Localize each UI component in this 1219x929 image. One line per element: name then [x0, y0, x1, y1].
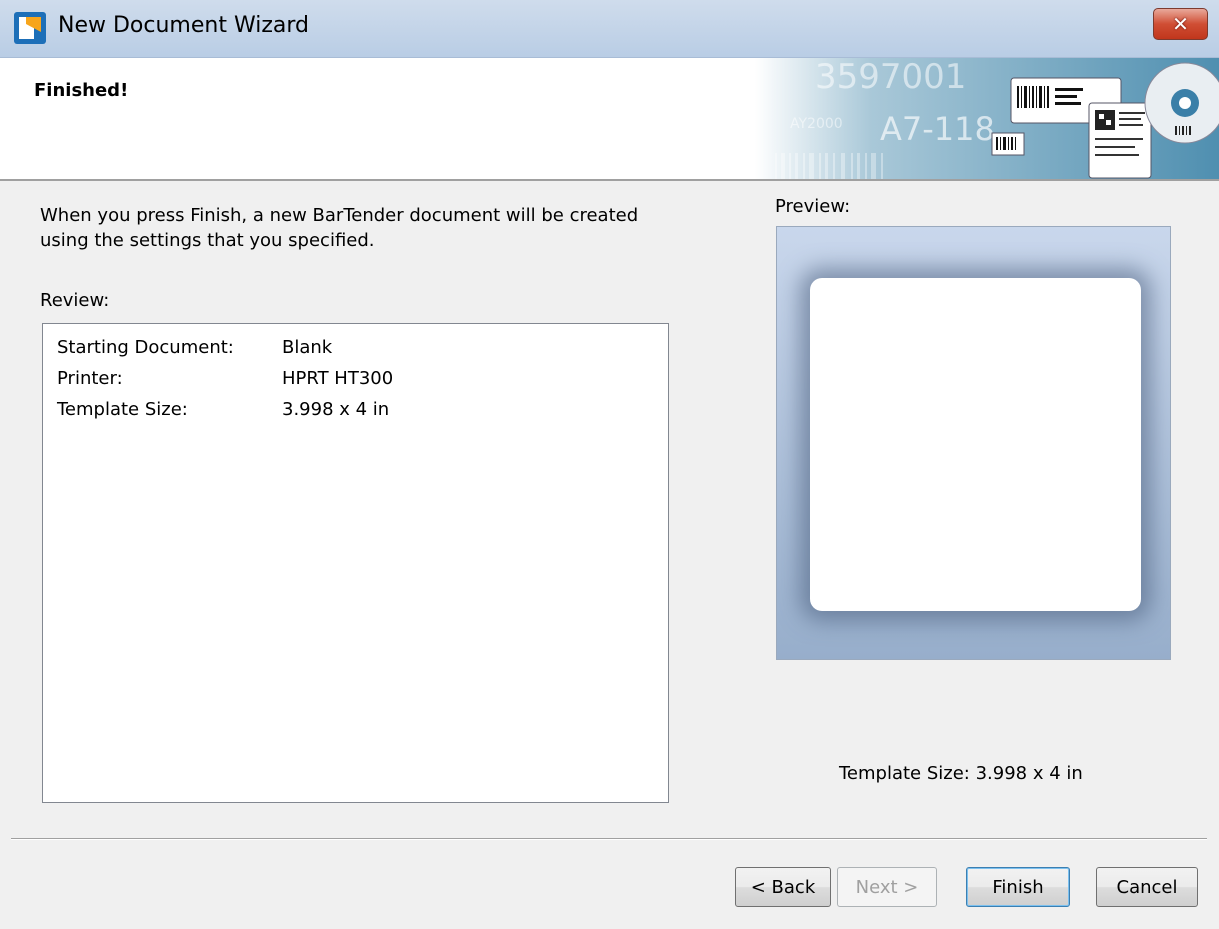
barcode-banner-image: 3597001 A7-118 AY2000 — [755, 58, 1219, 179]
cancel-button[interactable]: Cancel — [1096, 867, 1198, 907]
review-row-template-size: Template Size: 3.998 x 4 in — [57, 399, 389, 429]
window-title: New Document Wizard — [58, 13, 309, 38]
label-preview — [810, 278, 1141, 611]
divider — [11, 838, 1207, 840]
template-size-text: Template Size: 3.998 x 4 in — [839, 763, 1083, 784]
review-key: Starting Document: — [57, 337, 234, 358]
next-button-label: Next > — [855, 876, 919, 898]
svg-text:A7-118: A7-118 — [880, 110, 995, 148]
review-key: Printer: — [57, 368, 123, 389]
page-title: Finished! — [34, 80, 129, 101]
review-row-starting-document: Starting Document: Blank — [57, 337, 332, 367]
review-value: Blank — [282, 337, 333, 358]
svg-text:AY2000: AY2000 — [790, 116, 843, 132]
review-key: Template Size: — [57, 399, 188, 420]
next-button[interactable]: Next > — [837, 867, 937, 907]
review-row-printer: Printer: HPRT HT300 — [57, 368, 393, 398]
cancel-button-label: Cancel — [1116, 876, 1178, 898]
close-button[interactable]: ✕ — [1153, 8, 1208, 40]
finish-button-label: Finish — [992, 876, 1044, 898]
preview-label: Preview: — [775, 196, 851, 217]
bartender-app-icon — [14, 12, 46, 44]
title-bar[interactable]: New Document Wizard ✕ — [0, 0, 1219, 58]
svg-text:3597001: 3597001 — [815, 58, 966, 97]
back-button[interactable]: < Back — [735, 867, 831, 907]
intro-text: When you press Finish, a new BarTender d… — [40, 205, 639, 251]
back-button-label: < Back — [750, 876, 816, 898]
review-list[interactable]: Starting Document: Blank Printer: HPRT H… — [42, 323, 669, 803]
wizard-header: Finished! 3597001 A7-118 AY2000 — [0, 58, 1219, 181]
wizard-window: New Document Wizard ✕ Finished! 3597001 … — [0, 0, 1219, 929]
finish-button[interactable]: Finish — [966, 867, 1070, 907]
review-label: Review: — [40, 290, 110, 311]
review-value: HPRT HT300 — [282, 368, 394, 389]
review-value: 3.998 x 4 in — [282, 399, 390, 420]
close-icon: ✕ — [1172, 12, 1189, 36]
preview-pane — [776, 226, 1171, 660]
